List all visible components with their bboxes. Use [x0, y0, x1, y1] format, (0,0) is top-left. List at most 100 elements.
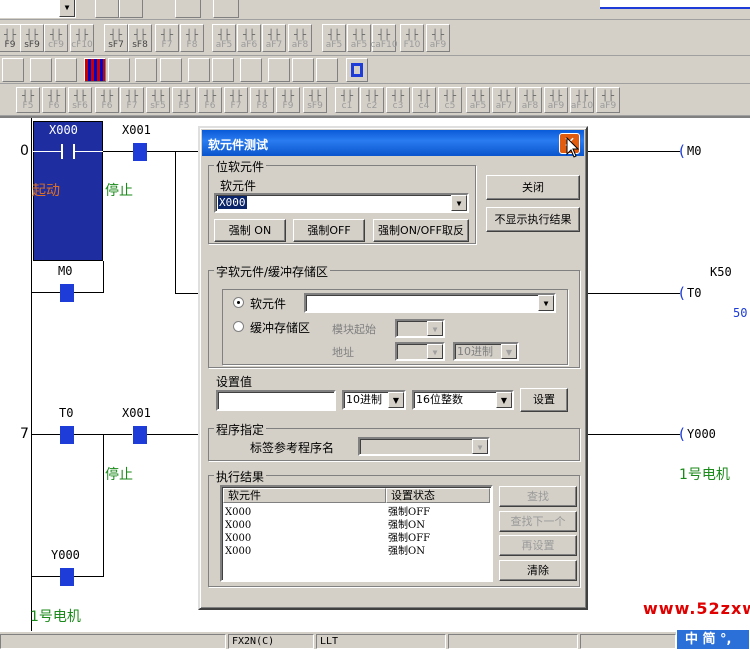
- monitor-icon[interactable]: [346, 58, 368, 82]
- chevron-down-icon[interactable]: ▼: [538, 295, 554, 311]
- function-key-button[interactable]: ┤├ aF5: [322, 24, 346, 52]
- reset-button[interactable]: 再设置: [499, 535, 577, 556]
- chevron-down-icon[interactable]: ▼: [388, 392, 404, 408]
- tool-icon-3[interactable]: [55, 58, 77, 82]
- ladder-element-button[interactable]: ┤├ c1: [335, 87, 359, 113]
- result-row[interactable]: X000 强制ON: [225, 519, 485, 532]
- function-key-button[interactable]: ┤├ aF9: [426, 24, 450, 52]
- function-key-button[interactable]: ┤├ caF10: [370, 24, 398, 52]
- result-row[interactable]: X000 强制OFF: [225, 506, 485, 519]
- tool-icon-10[interactable]: [316, 58, 338, 82]
- tool-icon-6[interactable]: [188, 58, 210, 82]
- tool-icon-8[interactable]: [268, 58, 290, 82]
- dialog-titlebar[interactable]: 软元件测试 ✕: [202, 130, 584, 156]
- hide-results-button[interactable]: 不显示执行结果: [486, 207, 580, 232]
- tool-icon[interactable]: [175, 0, 201, 18]
- find-button[interactable]: 查找: [499, 486, 577, 507]
- set-button[interactable]: 设置: [520, 388, 568, 412]
- ladder-element-button[interactable]: ┤├ aF10: [570, 87, 594, 113]
- t0-contact[interactable]: [60, 426, 74, 444]
- ladder-element-button[interactable]: ┤├ F6: [198, 87, 222, 113]
- chevron-down-icon[interactable]: ▼: [496, 392, 512, 408]
- ladder-element-button[interactable]: ┤├ c2: [360, 87, 384, 113]
- ladder-element-button[interactable]: ┤├ sF6: [68, 87, 92, 113]
- module-start-combo[interactable]: ▼: [395, 319, 445, 338]
- device-combo[interactable]: X000 ▼: [214, 193, 469, 213]
- y000-contact[interactable]: [60, 568, 74, 586]
- grid-icon[interactable]: [84, 58, 106, 82]
- force-on-button[interactable]: 强制 ON: [214, 219, 286, 242]
- force-toggle-button[interactable]: 强制ON/OFF取反: [373, 219, 469, 242]
- ladder-element-button[interactable]: ┤├ F5: [16, 87, 40, 113]
- ladder-element-button[interactable]: ┤├ F5: [172, 87, 196, 113]
- ladder-element-button[interactable]: ┤├ sF5: [146, 87, 170, 113]
- x001-contact-mid[interactable]: [133, 426, 147, 444]
- tool-icon-9[interactable]: [292, 58, 314, 82]
- set-type-combo[interactable]: 16位整数 ▼: [412, 390, 514, 410]
- function-key-button[interactable]: ┤├ cF10: [70, 24, 94, 52]
- ime-indicator[interactable]: 中 简 °,: [676, 629, 750, 650]
- ladder-element-button[interactable]: ┤├ aF5: [466, 87, 490, 113]
- tool-icon-7[interactable]: [212, 58, 234, 82]
- zoom-icon[interactable]: [108, 58, 130, 82]
- result-row[interactable]: X000 强制ON: [225, 545, 485, 558]
- ladder-element-button[interactable]: ┤├ aF8: [518, 87, 542, 113]
- chevron-down-icon[interactable]: ▼: [451, 195, 467, 211]
- chevron-down-icon[interactable]: ▼: [59, 0, 75, 17]
- function-key-button[interactable]: ┤├ F9: [0, 24, 22, 52]
- function-key-button[interactable]: ┤├ sF7: [104, 24, 128, 52]
- ladder-element-button[interactable]: ┤├ c4: [412, 87, 436, 113]
- search-icon[interactable]: [240, 58, 262, 82]
- ladder-element-button[interactable]: ┤├ c5: [438, 87, 462, 113]
- function-key-button[interactable]: ┤├ sF8: [128, 24, 152, 52]
- set-radix-combo[interactable]: 10进制 ▼: [342, 390, 406, 410]
- ladder-element-button[interactable]: ┤├ sF9: [303, 87, 327, 113]
- radio-device[interactable]: [233, 297, 244, 308]
- ladder-element-button[interactable]: ┤├ F9: [276, 87, 300, 113]
- clear-button[interactable]: 清除: [499, 560, 577, 581]
- function-key-button[interactable]: ┤├ aF6: [237, 24, 261, 52]
- label-ref-combo[interactable]: ▼: [358, 437, 490, 456]
- find-next-button[interactable]: 查找下一个: [499, 511, 577, 532]
- tool-icon-4[interactable]: [135, 58, 157, 82]
- setvalue-input[interactable]: [216, 390, 336, 411]
- ladder-element-button[interactable]: ┤├ F6: [95, 87, 119, 113]
- function-key-button[interactable]: ┤├ cF9: [44, 24, 68, 52]
- tool-icon-5[interactable]: [160, 58, 182, 82]
- tool-icon-2[interactable]: [30, 58, 52, 82]
- function-key-button[interactable]: ┤├ sF9: [20, 24, 44, 52]
- function-key-button[interactable]: ┤├ aF8: [288, 24, 312, 52]
- page-icon[interactable]: [95, 0, 119, 18]
- function-key-button[interactable]: ┤├ aF5: [212, 24, 236, 52]
- m0-contact[interactable]: [60, 284, 74, 302]
- force-off-button[interactable]: 强制OFF: [293, 219, 365, 242]
- col-device-header[interactable]: 软元件: [223, 488, 386, 503]
- ladder-element-button[interactable]: ┤├ aF7: [492, 87, 516, 113]
- tree-icon[interactable]: [119, 0, 143, 18]
- ladder-element-button[interactable]: ┤├ c3: [386, 87, 410, 113]
- address-combo[interactable]: ▼: [395, 342, 445, 361]
- ladder-element-button[interactable]: ┤├ F6: [42, 87, 66, 113]
- word-device-combo[interactable]: ▼: [304, 293, 556, 313]
- function-key-button[interactable]: ┤├ F10: [400, 24, 424, 52]
- ladder-element-button[interactable]: ┤├ aF9: [544, 87, 568, 113]
- function-key-button[interactable]: ┤├ aF7: [262, 24, 286, 52]
- ladder-element-button[interactable]: ┤├ aF9: [596, 87, 620, 113]
- close-button[interactable]: 关闭: [486, 175, 580, 200]
- function-key-button[interactable]: ┤├ F7: [155, 24, 179, 52]
- address-radix-combo[interactable]: 10进制 ▼: [453, 342, 519, 361]
- function-key-button[interactable]: ┤├ aF5: [347, 24, 371, 52]
- coil-y000-label: Y000: [687, 427, 716, 441]
- result-list[interactable]: 软元件 设置状态 X000 强制OFF X000 强制ON X000 强制OFF X000 强…: [220, 485, 493, 582]
- col-status-header[interactable]: 设置状态: [386, 488, 490, 503]
- function-key-button[interactable]: ┤├ F8: [180, 24, 204, 52]
- result-row[interactable]: X000 强制OFF: [225, 532, 485, 545]
- toolbar-dropdown[interactable]: ▼: [0, 0, 76, 18]
- book-icon[interactable]: [213, 0, 239, 18]
- ladder-element-button[interactable]: ┤├ F8: [250, 87, 274, 113]
- ladder-element-button[interactable]: ┤├ F7: [224, 87, 248, 113]
- tool-icon-1[interactable]: [2, 58, 24, 82]
- x001-contact-top[interactable]: [133, 143, 147, 161]
- ladder-element-button[interactable]: ┤├ F7: [120, 87, 144, 113]
- radio-buffer[interactable]: [233, 321, 244, 332]
